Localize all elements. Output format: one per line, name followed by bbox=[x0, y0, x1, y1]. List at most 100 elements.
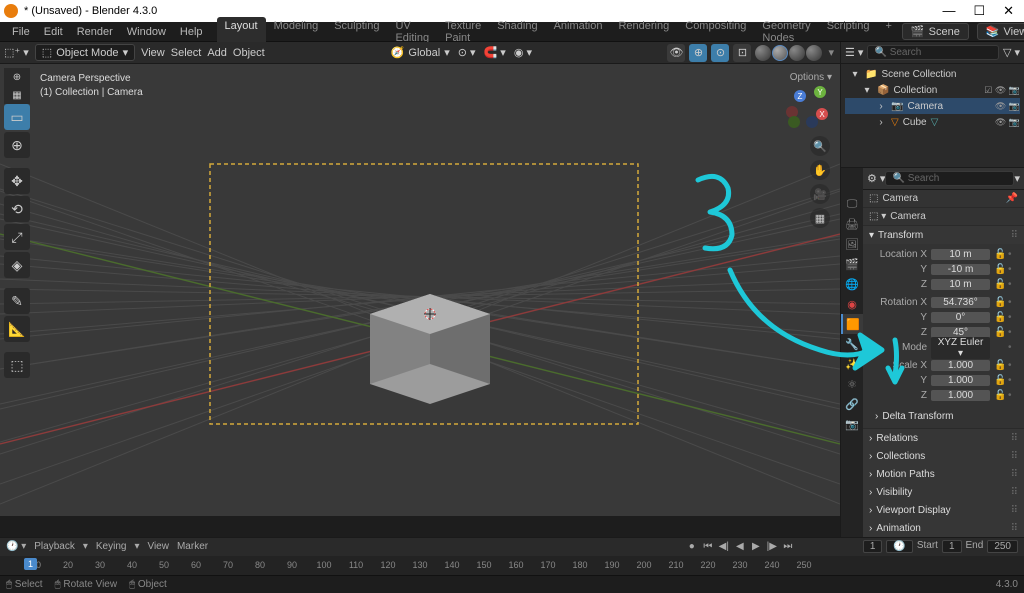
ptab-render[interactable]: 🖵 bbox=[841, 194, 863, 214]
panel-motion-paths[interactable]: › Motion Paths⠿ bbox=[863, 465, 1024, 483]
viewport-menu-select[interactable]: Select bbox=[171, 47, 202, 59]
loc-x[interactable]: 10 m bbox=[931, 249, 990, 260]
editor-type-icon[interactable]: ⬚⁺ ▾ bbox=[4, 46, 29, 59]
end-frame[interactable]: 250 bbox=[987, 540, 1018, 553]
viewport-menu-view[interactable]: View bbox=[141, 47, 165, 59]
panel-relations[interactable]: › Relations⠿ bbox=[863, 429, 1024, 447]
jump-start-icon[interactable]: ⏮ bbox=[701, 541, 715, 552]
cursor-tool-icon[interactable]: ⊕ bbox=[4, 68, 30, 86]
grid-icon[interactable]: ▦ bbox=[4, 86, 30, 104]
move-tool[interactable]: ✥ bbox=[4, 168, 30, 194]
add-cube-tool[interactable]: ⬚ bbox=[4, 352, 30, 378]
outliner-scene-collection[interactable]: ▾📁 Scene Collection bbox=[845, 66, 1020, 82]
timeline-keying[interactable]: Keying bbox=[96, 541, 127, 552]
ptab-output[interactable]: 🖨 bbox=[841, 214, 863, 234]
axis-x[interactable]: X bbox=[816, 108, 828, 120]
ptab-object[interactable]: 🟧 bbox=[841, 314, 863, 334]
rot-y[interactable]: 0° bbox=[931, 312, 990, 323]
panel-transform-header[interactable]: ▾ Transform⠿ bbox=[863, 226, 1024, 244]
timeline-marker[interactable]: Marker bbox=[177, 541, 208, 552]
viewport-menu-object[interactable]: Object bbox=[233, 47, 265, 59]
loc-y[interactable]: -10 m bbox=[931, 264, 990, 275]
wireframe-icon[interactable] bbox=[755, 45, 771, 61]
panel-delta-transform[interactable]: › Delta Transform bbox=[869, 407, 1018, 425]
ptab-constraints[interactable]: 🔗 bbox=[841, 394, 863, 414]
pan-icon[interactable]: ✋ bbox=[810, 160, 830, 180]
outliner-collection[interactable]: ▾📦 Collection☑ 👁 📷 bbox=[845, 82, 1020, 98]
menu-window[interactable]: Window bbox=[121, 24, 172, 40]
autokey-toggle[interactable]: 🕐 bbox=[886, 540, 912, 553]
play-reverse-icon[interactable]: ◀ bbox=[733, 541, 747, 552]
orientation-icon[interactable]: 🧭 bbox=[391, 46, 405, 59]
menu-render[interactable]: Render bbox=[71, 24, 119, 40]
timeline-editor-icon[interactable]: 🕐 ▾ bbox=[6, 541, 26, 552]
xray-icon[interactable]: ⊡ bbox=[733, 44, 751, 62]
prev-key-icon[interactable]: ◀| bbox=[717, 541, 731, 552]
ptab-data[interactable]: 📷 bbox=[841, 414, 863, 434]
scale-tool[interactable]: ⤢ bbox=[4, 224, 30, 250]
start-frame[interactable]: 1 bbox=[942, 540, 962, 553]
ptab-modifiers[interactable]: 🔧 bbox=[841, 334, 863, 354]
scale-z[interactable]: 1.000 bbox=[931, 390, 990, 401]
panel-animation[interactable]: › Animation⠿ bbox=[863, 519, 1024, 537]
ptab-collection[interactable]: ◉ bbox=[841, 294, 863, 314]
visibility-icon[interactable]: 👁 bbox=[667, 44, 685, 62]
snap-icon[interactable]: 🧲 ▾ bbox=[484, 46, 506, 59]
scale-x[interactable]: 1.000 bbox=[931, 360, 990, 371]
options-dropdown[interactable]: Options ▾ bbox=[790, 72, 832, 83]
panel-viewport-display[interactable]: › Viewport Display⠿ bbox=[863, 501, 1024, 519]
current-frame[interactable]: 1 bbox=[863, 540, 883, 553]
annotate-tool[interactable]: ✎ bbox=[4, 288, 30, 314]
zoom-icon[interactable]: 🔍 bbox=[810, 136, 830, 156]
rotate-tool[interactable]: ⟲ bbox=[4, 196, 30, 222]
jump-end-icon[interactable]: ⏭ bbox=[781, 541, 795, 552]
shading-modes[interactable] bbox=[755, 45, 822, 61]
transform-tool[interactable]: ◈ bbox=[4, 252, 30, 278]
ptab-world[interactable]: 🌐 bbox=[841, 274, 863, 294]
timeline-view[interactable]: View bbox=[147, 541, 169, 552]
viewlayer-selector[interactable]: 📚 ViewLayer bbox=[977, 23, 1024, 40]
rotation-mode[interactable]: XYZ Euler ▾ bbox=[931, 337, 990, 359]
ptab-scene[interactable]: 🎬 bbox=[841, 254, 863, 274]
select-box-tool[interactable]: ▭ bbox=[4, 104, 30, 130]
solid-icon[interactable] bbox=[772, 45, 788, 61]
camera-view-icon[interactable]: 🎥 bbox=[810, 184, 830, 204]
timeline-ruler[interactable]: 1 10203040506070809010011012013014015016… bbox=[0, 556, 1024, 575]
timeline-playback[interactable]: Playback bbox=[34, 541, 75, 552]
pin-icon[interactable]: 📌 bbox=[1006, 193, 1018, 204]
overlay-toggle[interactable]: ⊙ bbox=[711, 44, 729, 62]
menu-help[interactable]: Help bbox=[174, 24, 209, 40]
play-icon[interactable]: ▶ bbox=[749, 541, 763, 552]
viewport-menu-add[interactable]: Add bbox=[207, 47, 227, 59]
ptab-physics[interactable]: ⚛ bbox=[841, 374, 863, 394]
menu-edit[interactable]: Edit bbox=[38, 24, 69, 40]
proportional-icon[interactable]: ◉ ▾ bbox=[514, 46, 532, 59]
rendered-icon[interactable] bbox=[806, 45, 822, 61]
matprev-icon[interactable] bbox=[789, 45, 805, 61]
axis-neg-y[interactable] bbox=[788, 116, 800, 128]
close-icon[interactable]: ✕ bbox=[1003, 3, 1014, 19]
prop-options-icon[interactable]: ▾ bbox=[1014, 172, 1020, 185]
axis-y[interactable]: Y bbox=[814, 86, 826, 98]
outliner-item-cube[interactable]: ›▽ Cube ▽👁 📷 bbox=[845, 114, 1020, 130]
panel-visibility[interactable]: › Visibility⠿ bbox=[863, 483, 1024, 501]
perspective-icon[interactable]: ▦ bbox=[810, 208, 830, 228]
gizmo-toggle[interactable]: ⊕ bbox=[689, 44, 707, 62]
loc-z[interactable]: 10 m bbox=[931, 279, 990, 290]
outliner-search[interactable]: 🔍 Search bbox=[867, 45, 999, 60]
orientation-selector[interactable]: Global bbox=[408, 47, 440, 59]
lock-icon[interactable]: 🔓 bbox=[994, 249, 1004, 260]
viewport[interactable]: ⊕ ▦ ▭ ⊕ ✥ ⟲ ⤢ ◈ ✎ 📐 ⬚ Camera Perspective… bbox=[0, 64, 840, 516]
outliner-editor-icon[interactable]: ☰ ▾ bbox=[845, 46, 863, 59]
maximize-icon[interactable]: ☐ bbox=[973, 3, 985, 19]
rot-x[interactable]: 54.736° bbox=[931, 297, 990, 308]
nav-gizmo[interactable]: Z Y X bbox=[786, 86, 828, 128]
playhead[interactable]: 1 bbox=[24, 558, 37, 570]
scale-y[interactable]: 1.000 bbox=[931, 375, 990, 386]
outliner-item-camera[interactable]: ›📷 Camera 👁 📷 bbox=[845, 98, 1020, 114]
menu-file[interactable]: File bbox=[6, 24, 36, 40]
pivot-icon[interactable]: ⊙ ▾ bbox=[458, 46, 476, 59]
scene-selector[interactable]: 🎬 Scene bbox=[902, 23, 969, 40]
next-key-icon[interactable]: |▶ bbox=[765, 541, 779, 552]
mode-selector[interactable]: ⬚ Object Mode ▾ bbox=[35, 44, 135, 61]
